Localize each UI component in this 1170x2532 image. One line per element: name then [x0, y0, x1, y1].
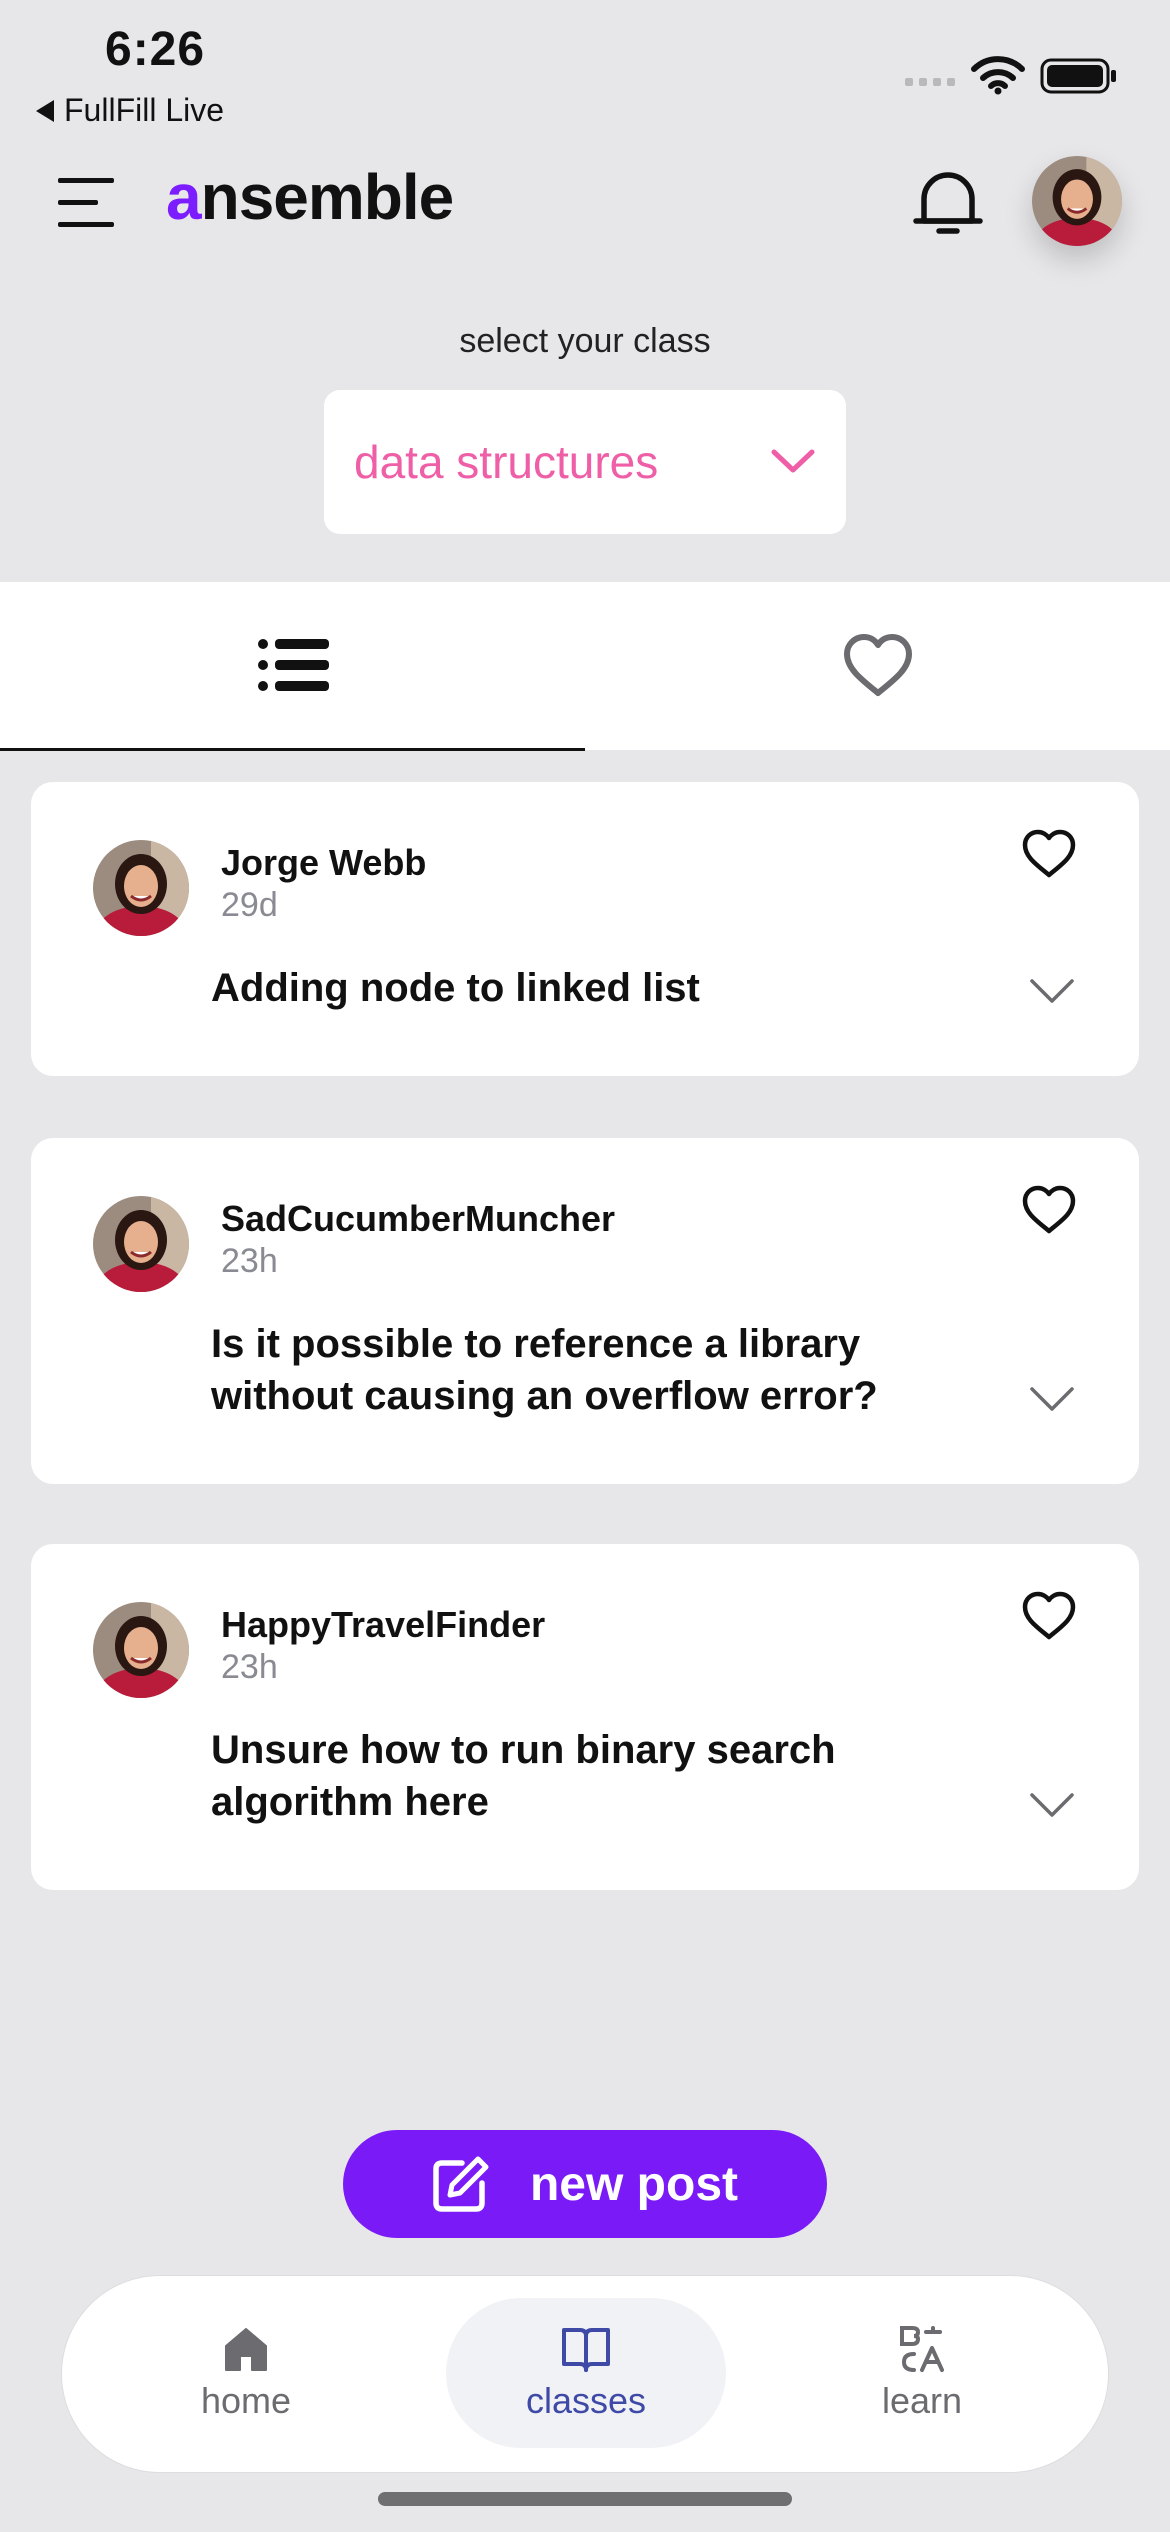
post-age: 23h — [221, 1242, 278, 1280]
post-author[interactable]: SadCucumberMuncher — [221, 1198, 615, 1240]
author-avatar[interactable] — [93, 1196, 189, 1292]
battery-icon — [1040, 58, 1116, 94]
tab-all-posts[interactable] — [0, 582, 585, 751]
notification-bell-icon[interactable] — [912, 165, 984, 241]
feed-tabs — [0, 582, 1170, 751]
tab-favorites[interactable] — [585, 582, 1170, 750]
post-title[interactable]: Unsure how to run binary search algorith… — [211, 1724, 981, 1828]
profile-avatar[interactable] — [1032, 156, 1122, 246]
menu-icon[interactable] — [58, 178, 118, 228]
nav-classes-label: classes — [525, 2380, 647, 2421]
back-arrow-icon — [36, 99, 54, 122]
post-title[interactable]: Is it possible to reference a library wi… — [211, 1318, 981, 1422]
post-age: 23h — [221, 1648, 278, 1686]
status-time: 6:26 — [105, 23, 206, 76]
home-icon — [225, 2328, 267, 2371]
logo-accent-letter: a — [166, 161, 202, 233]
edit-icon — [433, 2156, 489, 2212]
post-title[interactable]: Adding node to linked list — [211, 962, 981, 1014]
new-post-button[interactable]: new post — [343, 2130, 827, 2238]
nav-home-label: home — [200, 2380, 292, 2421]
wifi-icon — [971, 56, 1025, 95]
class-dropdown-value: data structures — [354, 436, 659, 488]
cellular-signal-icon — [905, 78, 955, 86]
chevron-down-icon[interactable] — [1029, 1386, 1075, 1414]
logo-text: nsemble — [200, 161, 455, 233]
author-avatar[interactable] — [93, 840, 189, 936]
list-icon — [257, 639, 329, 691]
back-app-label: FullFill Live — [64, 92, 225, 128]
post-author[interactable]: HappyTravelFinder — [221, 1604, 545, 1646]
book-icon — [562, 2328, 610, 2372]
post-author[interactable]: Jorge Webb — [221, 842, 426, 884]
new-post-label: new post — [529, 2157, 738, 2211]
heart-outline-icon — [843, 634, 912, 696]
chevron-down-icon — [771, 449, 815, 473]
bottom-nav: home classes learn — [62, 2276, 1108, 2472]
chevron-down-icon[interactable] — [1029, 1792, 1075, 1820]
app-logo: a nsemble — [166, 160, 455, 234]
nav-home[interactable]: home — [106, 2298, 386, 2448]
like-heart-icon[interactable] — [1021, 1184, 1077, 1236]
class-dropdown[interactable]: data structures — [324, 390, 846, 534]
select-class-label: select your class — [459, 322, 711, 360]
nav-learn[interactable]: learn — [782, 2298, 1062, 2448]
author-avatar[interactable] — [93, 1602, 189, 1698]
like-heart-icon[interactable] — [1021, 828, 1077, 880]
back-to-app-link[interactable]: FullFill Live — [36, 92, 224, 129]
translate-icon — [900, 2326, 944, 2372]
post-card[interactable]: Jorge Webb 29d Adding node to linked lis… — [31, 782, 1139, 1076]
post-card[interactable]: HappyTravelFinder 23h Unsure how to run … — [31, 1544, 1139, 1890]
like-heart-icon[interactable] — [1021, 1590, 1077, 1642]
nav-classes[interactable]: classes — [446, 2298, 726, 2448]
post-age: 29d — [221, 886, 278, 924]
home-indicator[interactable] — [378, 2492, 792, 2506]
chevron-down-icon[interactable] — [1029, 978, 1075, 1006]
post-card[interactable]: SadCucumberMuncher 23h Is it possible to… — [31, 1138, 1139, 1484]
nav-learn-label: learn — [881, 2380, 963, 2421]
